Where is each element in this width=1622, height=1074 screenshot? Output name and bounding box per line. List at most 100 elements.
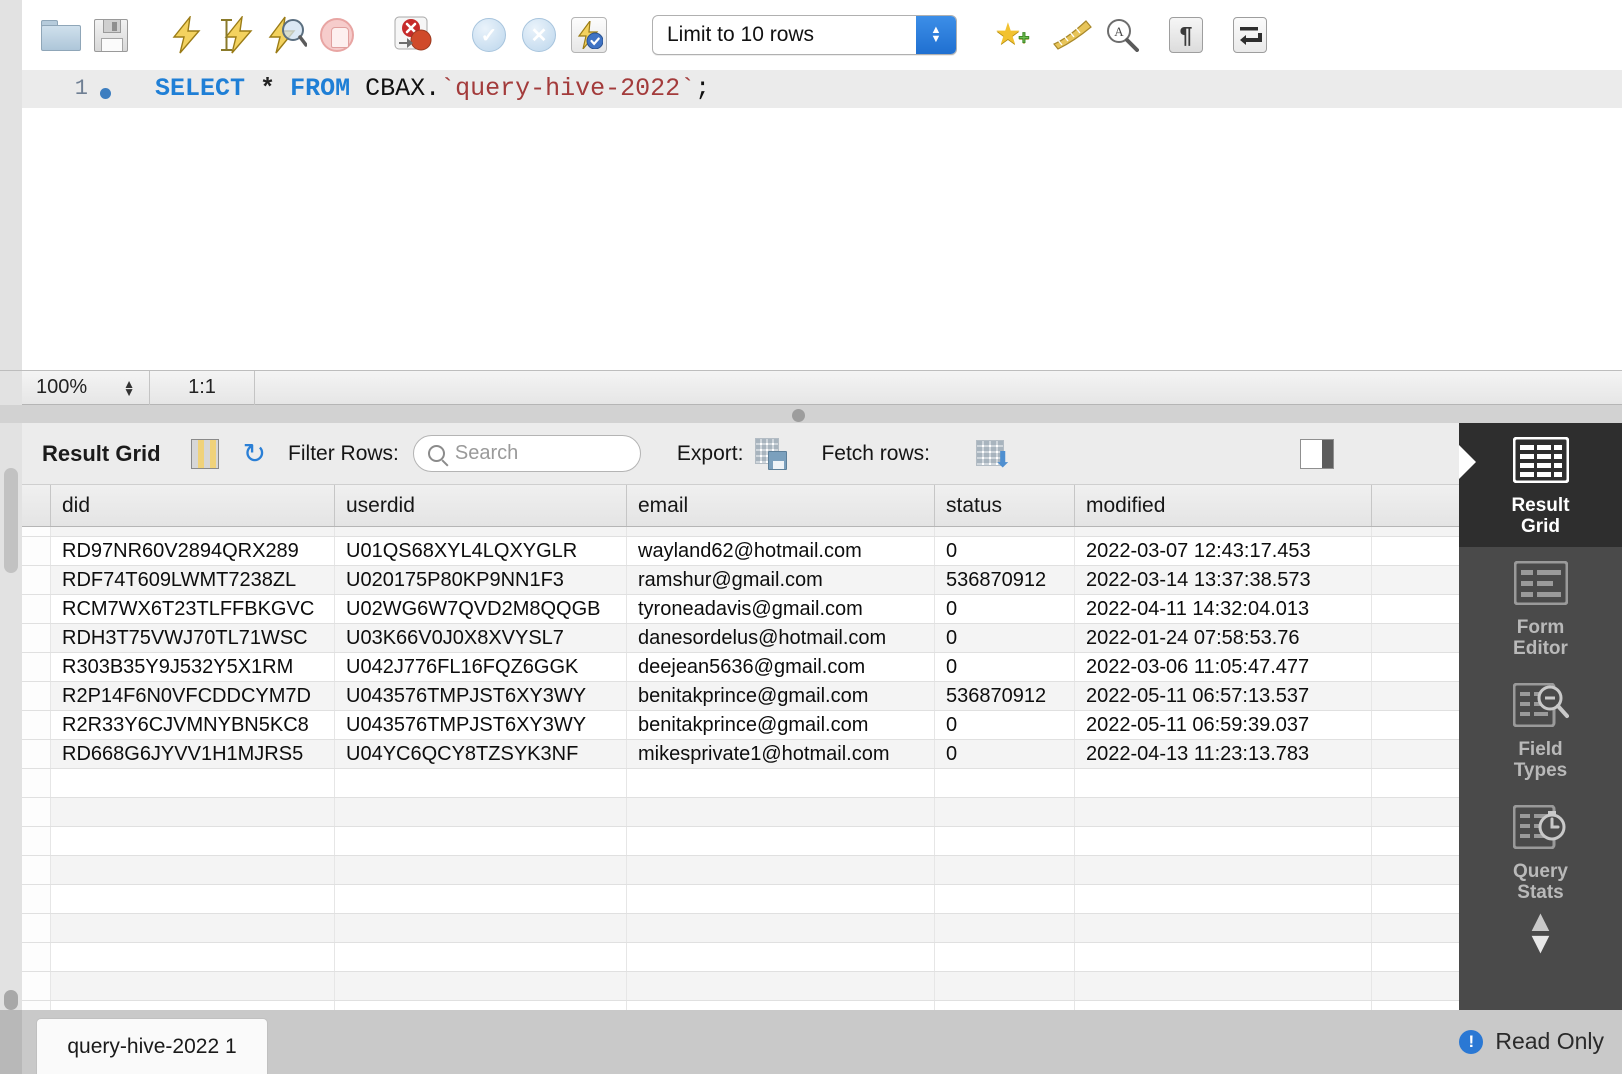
cell-email[interactable]	[627, 1001, 935, 1010]
cell-email[interactable]	[627, 856, 935, 884]
cell-userdid[interactable]: U020175P80KP9NN1F3	[335, 566, 627, 594]
cell-status[interactable]: 0	[935, 653, 1075, 681]
search-input[interactable]: Search	[412, 435, 641, 472]
cell-did[interactable]: RDH3T75VWJ70TL71WSC	[51, 624, 335, 652]
row-number[interactable]	[22, 972, 51, 1000]
cell-did[interactable]	[51, 527, 335, 536]
table-row-empty[interactable]	[22, 972, 1459, 1001]
add-snippet-icon[interactable]: ★ +	[983, 9, 1033, 61]
grid-header-status[interactable]: status	[935, 485, 1075, 526]
open-file-icon[interactable]	[36, 9, 86, 61]
row-number[interactable]	[22, 885, 51, 913]
vertical-scrollbar-thumb[interactable]	[4, 468, 18, 573]
cell-did[interactable]	[51, 827, 335, 855]
cell-did[interactable]	[51, 943, 335, 971]
cell-status[interactable]	[935, 972, 1075, 1000]
fetch-rows-icon[interactable]: ⬇	[975, 439, 1012, 470]
cell-modified[interactable]	[1075, 914, 1372, 942]
cell-modified[interactable]	[1075, 798, 1372, 826]
table-row[interactable]: RD97NR60V2894QRX289 U01QS68XYL4LQXYGLR way…	[22, 537, 1459, 566]
cell-did[interactable]	[51, 798, 335, 826]
vertical-scrollbar-thumb-lower[interactable]	[4, 990, 18, 1010]
cell-userdid[interactable]: U02WG6W7QVD2M8QQGB	[335, 595, 627, 623]
cell-did[interactable]	[51, 769, 335, 797]
row-number[interactable]	[22, 798, 51, 826]
table-row-empty[interactable]	[22, 798, 1459, 827]
cell-userdid[interactable]: U01QS68XYL4LQXYGLR	[335, 537, 627, 565]
cell-userdid[interactable]	[335, 1001, 627, 1010]
cell-modified[interactable]: 2022-04-11 14:32:04.013	[1075, 595, 1372, 623]
wrap-lines-icon[interactable]	[1225, 9, 1275, 61]
stop-icon[interactable]	[312, 9, 362, 61]
refresh-icon[interactable]: ↻	[243, 439, 266, 468]
cell-userdid[interactable]: U03K66V0J0X8XVYSL7	[335, 624, 627, 652]
autocommit-icon[interactable]	[564, 9, 614, 61]
export-icon[interactable]	[755, 437, 788, 470]
cell-email[interactable]	[627, 885, 935, 913]
cell-email[interactable]	[627, 798, 935, 826]
table-row[interactable]: RDF74T609LWMT7238ZL U020175P80KP9NN1F3 ram…	[22, 566, 1459, 595]
toggle-grid-columns-icon[interactable]	[190, 438, 219, 469]
grid-body[interactable]: RD97NR60V2894QRX289 U01QS68XYL4LQXYGLR way…	[22, 527, 1459, 1010]
cell-status[interactable]	[935, 798, 1075, 826]
cell-modified[interactable]	[1075, 527, 1372, 536]
cell-email[interactable]: mikesprivate1@hotmail.com	[627, 740, 935, 768]
cell-modified[interactable]	[1075, 972, 1372, 1000]
cell-userdid[interactable]	[335, 856, 627, 884]
cell-modified[interactable]	[1075, 943, 1372, 971]
result-grid[interactable]: did userdid email status modified RD97NR…	[22, 485, 1459, 1010]
cell-modified[interactable]	[1075, 1001, 1372, 1010]
table-row[interactable]: R2R33Y6CJVMNYBN5KC8 U043576TMPJST6XY3WY be…	[22, 711, 1459, 740]
table-row-empty[interactable]	[22, 914, 1459, 943]
table-row-empty[interactable]	[22, 943, 1459, 972]
cell-status[interactable]	[935, 943, 1075, 971]
sidebar-item-field-types[interactable]: Field Types	[1459, 669, 1622, 791]
cell-status[interactable]	[935, 527, 1075, 536]
row-number[interactable]	[22, 653, 51, 681]
cell-email[interactable]: danesordelus@hotmail.com	[627, 624, 935, 652]
sidebar-item-query-stats[interactable]: Query Stats	[1459, 791, 1622, 913]
cell-modified[interactable]: 2022-01-24 07:58:53.76	[1075, 624, 1372, 652]
cell-status[interactable]	[935, 1001, 1075, 1010]
table-row[interactable]: RD668G6JYVV1H1MJRS5 U04YC6QCY8TZSYK3NF mik…	[22, 740, 1459, 769]
cell-status[interactable]	[935, 885, 1075, 913]
cell-status[interactable]	[935, 856, 1075, 884]
cell-status[interactable]: 0	[935, 537, 1075, 565]
cell-modified[interactable]: 2022-03-07 12:43:17.453	[1075, 537, 1372, 565]
cell-email[interactable]	[627, 827, 935, 855]
editor-zoom-stepper[interactable]: ▲ ▼	[123, 378, 135, 398]
cell-userdid[interactable]	[335, 527, 627, 536]
row-number[interactable]	[22, 527, 51, 536]
cell-email[interactable]: deejean5636@gmail.com	[627, 653, 935, 681]
row-number[interactable]	[22, 943, 51, 971]
panel-splitter[interactable]	[0, 405, 1622, 423]
cell-email[interactable]: wayland62@hotmail.com	[627, 537, 935, 565]
toggle-stop-on-error-icon[interactable]	[388, 9, 438, 61]
commit-icon[interactable]: ✓	[464, 9, 514, 61]
grid-header-userdid[interactable]: userdid	[335, 485, 627, 526]
cell-modified[interactable]: 2022-05-11 06:59:39.037	[1075, 711, 1372, 739]
cell-status[interactable]: 0	[935, 595, 1075, 623]
toggle-sidebar-icon[interactable]	[1299, 438, 1334, 469]
table-row[interactable]: R303B35Y9J532Y5X1RM U042J776FL16FQZ6GGK de…	[22, 653, 1459, 682]
row-number[interactable]	[22, 624, 51, 652]
explain-icon[interactable]	[262, 9, 312, 61]
cell-userdid[interactable]: U04YC6QCY8TZSYK3NF	[335, 740, 627, 768]
cell-did[interactable]: RDF74T609LWMT7238ZL	[51, 566, 335, 594]
cell-email[interactable]: tyroneadavis@gmail.com	[627, 595, 935, 623]
cell-modified[interactable]	[1075, 769, 1372, 797]
cell-status[interactable]: 536870912	[935, 682, 1075, 710]
row-number[interactable]	[22, 740, 51, 768]
sidebar-item-form-editor[interactable]: Form Editor	[1459, 547, 1622, 669]
splitter-grip[interactable]	[792, 409, 805, 422]
rollback-icon[interactable]: ✕	[514, 9, 564, 61]
row-number[interactable]	[22, 827, 51, 855]
row-number[interactable]	[22, 682, 51, 710]
cell-userdid[interactable]	[335, 914, 627, 942]
table-row-empty[interactable]	[22, 885, 1459, 914]
cell-email[interactable]	[627, 943, 935, 971]
table-row-empty[interactable]	[22, 1001, 1459, 1010]
execute-icon[interactable]	[162, 9, 212, 61]
row-number[interactable]	[22, 769, 51, 797]
cell-userdid[interactable]	[335, 972, 627, 1000]
